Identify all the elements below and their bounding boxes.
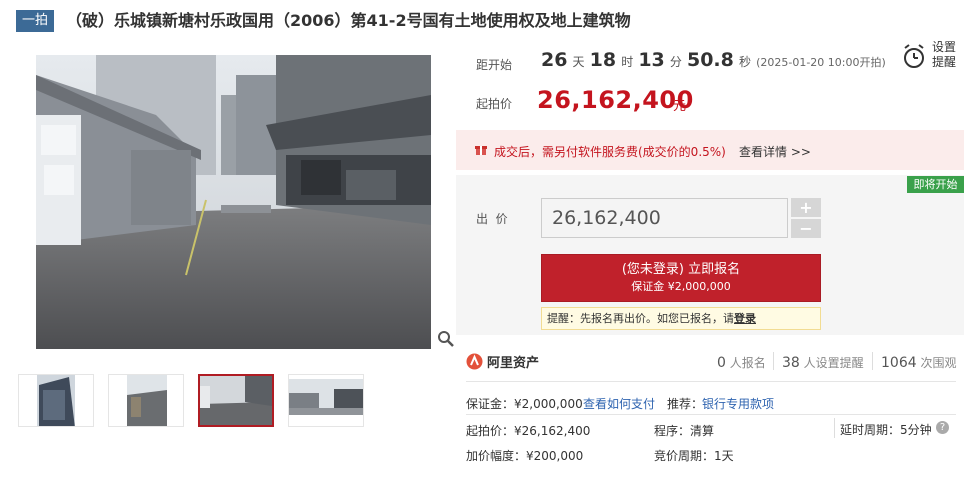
thumbnail-image <box>109 375 183 426</box>
divider <box>872 352 873 370</box>
start-price-detail: 起拍价：¥26,162,400 <box>466 424 591 438</box>
reminder-line2: 提醒 <box>932 55 957 69</box>
start-price-value: 26,162,400 <box>537 86 694 114</box>
thumbnail-1[interactable] <box>18 374 94 427</box>
start-price-label: 起拍价 <box>476 97 513 111</box>
countdown-days-unit: 天 <box>572 55 585 69</box>
bid-amount-input[interactable]: 26,162,400 <box>541 198 788 238</box>
alarm-clock-icon <box>904 44 924 68</box>
gift-icon <box>475 146 487 155</box>
signup-count-value: 0 <box>717 355 726 371</box>
bid-period-detail: 竞价周期：1天 <box>654 449 734 463</box>
alibaba-assets-icon <box>466 353 483 370</box>
login-link[interactable]: 登录 <box>734 312 756 325</box>
countdown-seconds: 50.8 <box>686 49 734 71</box>
divider <box>773 352 774 370</box>
view-details-link[interactable]: 查看详情 >> <box>739 143 811 160</box>
procedure-detail: 程序：清算 <box>654 424 715 438</box>
reminder-count: 38 人设置提醒 <box>782 354 864 371</box>
thumbnail-3-selected[interactable] <box>198 374 274 427</box>
reminder-count-value: 38 <box>782 355 800 371</box>
divider <box>834 418 835 438</box>
page-title: （破）乐城镇新塘村乐政国用（2006）第41-2号国有土地使用权及地上建筑物 <box>66 11 631 30</box>
coming-soon-tag: 即将开始 <box>907 176 964 193</box>
divider <box>466 381 956 382</box>
countdown: 26 天 18 时 13 分 50.8 秒 (2025-01-20 10:00开… <box>541 49 886 71</box>
bank-account-link[interactable]: 银行专用款项 <box>702 395 774 412</box>
logo-text: 阿里资产 <box>487 356 540 371</box>
bid-decrease-button[interactable]: − <box>791 219 821 238</box>
reminder-line1: 设置 <box>932 40 957 54</box>
main-photo[interactable] <box>36 55 431 349</box>
countdown-days: 26 <box>541 49 568 71</box>
auction-round-badge: 一拍 <box>16 10 54 32</box>
thumbnail-2[interactable] <box>108 374 184 427</box>
view-count: 1064 次围观 <box>881 354 956 371</box>
alibaba-assets-logo: 阿里资产 <box>466 351 548 371</box>
signup-button-label: (您未登录) 立即报名 <box>621 262 741 277</box>
countdown-label: 距开始 <box>476 58 513 72</box>
countdown-seconds-unit: 秒 <box>738 55 751 69</box>
recommend-label: 推荐： <box>667 397 704 411</box>
login-tip-text: 提醒：先报名再出价。如您已报名，请 <box>547 312 734 325</box>
main-photo-image <box>36 55 431 349</box>
divider <box>466 414 956 415</box>
login-tip: 提醒：先报名再出价。如您已报名，请登录 <box>541 307 821 330</box>
start-time-note: (2025-01-20 10:00开拍) <box>756 56 886 69</box>
zoom-icon[interactable] <box>435 330 457 352</box>
set-reminder-button[interactable]: 设置 提醒 <box>902 40 964 74</box>
thumbnail-4[interactable] <box>288 374 364 427</box>
service-fee-notice: 成交后，需另付软件服务费(成交价的0.5%) 查看详情 >> <box>456 130 964 170</box>
help-icon[interactable]: ? <box>936 421 949 434</box>
bid-label: 出 价 <box>476 212 508 226</box>
thumbnail-image <box>289 375 363 426</box>
countdown-minutes-unit: 分 <box>669 55 682 69</box>
signup-count-label: 人报名 <box>729 356 766 370</box>
deposit-detail: 保证金：¥2,000,000 <box>466 397 583 411</box>
countdown-hours: 18 <box>589 49 617 71</box>
service-fee-text: 成交后，需另付软件服务费(成交价的0.5%) <box>494 145 726 159</box>
increment-detail: 加价幅度：¥200,000 <box>466 449 584 463</box>
signup-button[interactable]: (您未登录) 立即报名 保证金 ¥2,000,000 <box>541 254 821 302</box>
reminder-count-label: 人设置提醒 <box>803 356 864 370</box>
view-count-value: 1064 <box>881 355 917 371</box>
thumbnail-image <box>19 375 93 426</box>
countdown-hours-unit: 时 <box>621 55 634 69</box>
how-to-pay-link[interactable]: 查看如何支付 <box>583 395 655 412</box>
view-count-label: 次围观 <box>920 356 957 370</box>
bid-increase-button[interactable]: + <box>791 198 821 217</box>
delay-period-detail: 延时周期：5分钟 <box>840 423 932 437</box>
signup-count: 0 人报名 <box>717 354 766 371</box>
signup-deposit-label: 保证金 ¥2,000,000 <box>631 280 731 293</box>
start-price-unit: 元 <box>673 99 687 114</box>
countdown-minutes: 13 <box>638 49 665 71</box>
thumbnail-image <box>200 376 272 425</box>
